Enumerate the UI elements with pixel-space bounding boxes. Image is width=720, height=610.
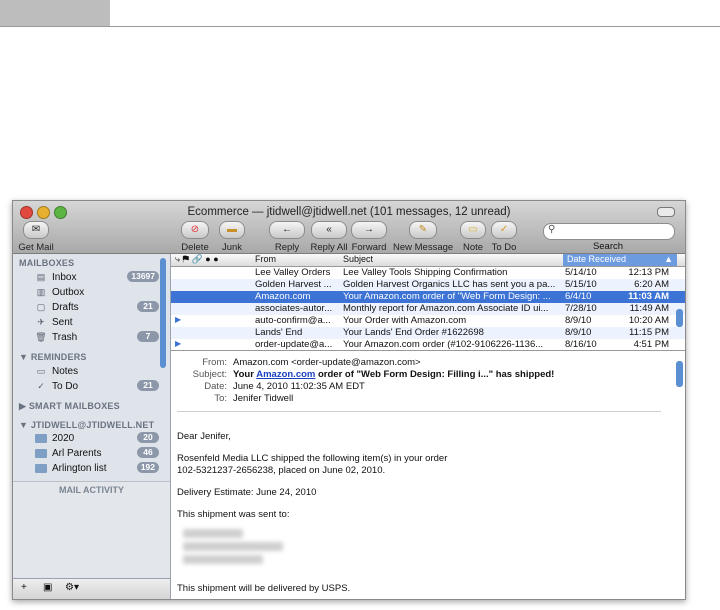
delivery-estimate: Delivery Estimate: June 24, 2010 <box>177 487 317 498</box>
sidebar-item-to-do[interactable]: ✓ To Do 21 <box>35 379 165 393</box>
note-icon: ▭ <box>460 221 486 239</box>
compose-icon: ✎ <box>409 221 437 239</box>
folder-badge: 46 <box>137 447 159 458</box>
sidebar-item-inbox[interactable]: ▤ Inbox 13697 <box>35 270 165 284</box>
gear-menu-button[interactable]: ⚙▾ <box>65 582 79 593</box>
message-row[interactable]: ▶ auto-confirm@a... Your Order with Amaz… <box>171 315 685 327</box>
shipment-sent-to: This shipment was sent to: <box>177 509 290 520</box>
account-header[interactable]: ▼ JTIDWELL@JTIDWELL.NET <box>19 420 154 430</box>
redacted-address <box>183 529 293 573</box>
reply-arrow-icon: ← <box>269 221 305 239</box>
smart-mailboxes-header[interactable]: ▶ SMART MAILBOXES <box>19 401 120 412</box>
toolbar-toggle-button[interactable] <box>657 207 675 217</box>
sidebar-item-outbox[interactable]: ▥ Outbox <box>35 285 165 299</box>
window-title: Ecommerce — jtidwell@jtidwell.net (101 m… <box>187 206 511 218</box>
message-preview: From: Amazon.com <order-update@amazon.co… <box>171 351 685 599</box>
amazon-link[interactable]: Amazon.com <box>256 369 315 380</box>
reply-all-arrow-icon: « <box>311 221 347 239</box>
forward-arrow-icon: → <box>351 221 387 239</box>
show-mailbox-button[interactable]: ▣ <box>43 582 52 593</box>
folder-icon <box>35 448 47 458</box>
checkmark-icon: ✓ <box>491 221 517 239</box>
sidebar-item-sent[interactable]: ✈ Sent <box>35 315 165 329</box>
sidebar-item-notes[interactable]: ▭ Notes <box>35 364 165 378</box>
sidebar-item-folder[interactable]: Arl Parents 46 <box>35 446 165 460</box>
sent-icon: ✈ <box>37 316 45 327</box>
notes-icon: ▭ <box>36 365 46 376</box>
folder-badge: 20 <box>137 432 159 443</box>
column-date-received[interactable]: Date Received ▲ <box>563 254 677 266</box>
get-mail-button[interactable]: ✉ Get Mail <box>17 221 55 253</box>
envelope-icon: ✉ <box>23 221 49 239</box>
note-button[interactable]: ▭ Note <box>458 221 488 253</box>
delivery-carrier: This shipment will be delivered by USPS. <box>177 583 351 594</box>
unread-indicator-icon: ▶ <box>175 315 182 324</box>
message-row[interactable]: Golden Harvest ... Golden Harvest Organi… <box>171 279 685 291</box>
body-line: Rosenfeld Media LLC shipped the followin… <box>177 453 448 464</box>
unread-indicator-icon: ▶ <box>175 339 182 348</box>
mail-window: Ecommerce — jtidwell@jtidwell.net (101 m… <box>12 200 686 600</box>
body-line: 102-5321237-2656238, placed on June 02, … <box>177 465 386 476</box>
reminders-header[interactable]: ▼ REMINDERS <box>19 352 87 362</box>
page-top-tab <box>0 0 110 26</box>
message-row[interactable]: Lands' End Your Lands' End Order #162269… <box>171 327 685 339</box>
outbox-icon: ▥ <box>36 286 46 297</box>
new-message-button[interactable]: ✎ New Message <box>393 221 453 253</box>
folder-icon <box>35 463 47 473</box>
sidebar-item-folder[interactable]: 2020 20 <box>35 431 165 445</box>
sidebar-bottom-bar: + ▣ ⚙▾ <box>13 578 170 599</box>
column-icons[interactable]: ⤷ ⚑ 🔗 ● ● <box>175 254 219 265</box>
mailboxes-header[interactable]: MAILBOXES <box>19 258 74 268</box>
drafts-icon: ▢ <box>36 301 46 312</box>
title-bar: Ecommerce — jtidwell@jtidwell.net (101 m… <box>13 201 685 254</box>
reply-button[interactable]: ← Reply <box>268 221 306 253</box>
to-do-icon: ✓ <box>37 380 45 391</box>
unread-badge: 13697 <box>127 271 159 282</box>
sidebar-item-folder[interactable]: Arlington list 192 <box>35 461 165 475</box>
add-mailbox-button[interactable]: + <box>21 582 27 593</box>
column-from[interactable]: From <box>255 254 276 264</box>
to-do-badge: 21 <box>137 380 159 391</box>
message-row[interactable]: Lee Valley Orders Lee Valley Tools Shipp… <box>171 267 685 279</box>
message-row[interactable]: associates-autor... Monthly report for A… <box>171 303 685 315</box>
message-list-header: ⤷ ⚑ 🔗 ● ● From Subject Date Received ▲ <box>171 254 685 267</box>
search-field[interactable]: ⚲ <box>543 223 675 240</box>
sort-ascending-icon: ▲ <box>664 254 673 264</box>
reply-all-button[interactable]: « Reply All <box>307 221 351 253</box>
page-top-bar <box>0 0 720 27</box>
message-row-selected[interactable]: Amazon.com Your Amazon.com order of "Web… <box>171 291 685 303</box>
folder-icon <box>35 433 47 443</box>
folder-badge: 192 <box>136 462 159 473</box>
message-list-scrollbar[interactable] <box>676 309 683 327</box>
search-icon: ⚲ <box>548 224 556 235</box>
mail-activity-panel: MAIL ACTIVITY <box>13 481 170 577</box>
to-do-button[interactable]: ✓ To Do <box>487 221 521 253</box>
greeting: Dear Jenifer, <box>177 431 231 442</box>
trash-icon: 🗑 <box>35 331 47 342</box>
search-label: Search <box>592 241 624 252</box>
delete-icon: ⊘ <box>181 221 209 239</box>
column-subject[interactable]: Subject <box>343 254 373 264</box>
sidebar-item-trash[interactable]: 🗑 Trash 7 <box>35 330 165 344</box>
sidebar-item-drafts[interactable]: ▢ Drafts 21 <box>35 300 165 314</box>
delete-button[interactable]: ⊘ Delete <box>176 221 214 253</box>
header-divider <box>177 411 661 412</box>
message-list: ⤷ ⚑ 🔗 ● ● From Subject Date Received ▲ Le… <box>171 254 685 351</box>
inbox-icon: ▤ <box>36 271 46 282</box>
junk-icon: ▬ <box>219 221 245 239</box>
preview-scrollbar[interactable] <box>676 361 683 387</box>
message-row[interactable]: ▶ order-update@a... Your Amazon.com orde… <box>171 339 685 350</box>
forward-button[interactable]: → Forward <box>350 221 388 253</box>
junk-button[interactable]: ▬ Junk <box>216 221 248 253</box>
mailbox-sidebar: MAILBOXES ▤ Inbox 13697 ▥ Outbox ▢ Draft… <box>13 254 171 599</box>
drafts-badge: 21 <box>137 301 159 312</box>
trash-badge: 7 <box>137 331 159 342</box>
